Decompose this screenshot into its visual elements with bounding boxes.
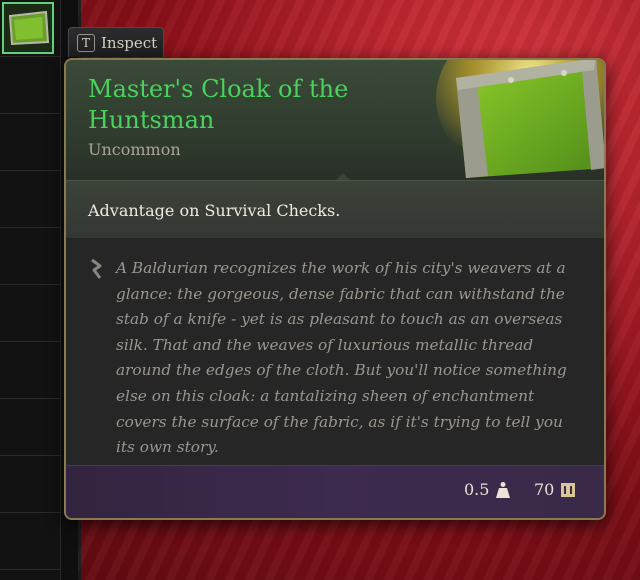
inventory-grid: [0, 0, 61, 580]
effect-section: Advantage on Survival Checks.: [66, 180, 604, 239]
cloak-icon: [436, 60, 604, 178]
inspect-button[interactable]: T Inspect: [68, 27, 164, 57]
gold-coin-icon: [561, 482, 576, 497]
item-name: Master's Cloak of the Huntsman: [88, 75, 349, 134]
tooltip-footer: 0.5 70: [66, 465, 604, 518]
item-value: 70: [534, 480, 555, 499]
item-tooltip: Master's Cloak of the Huntsman Uncommon …: [64, 58, 606, 520]
weight-icon: [496, 481, 511, 498]
value-display: 70: [534, 480, 576, 499]
item-rarity: Uncommon: [88, 140, 181, 159]
inspect-key: T: [77, 33, 95, 52]
item-description: A Baldurian recognizes the work of his c…: [116, 259, 567, 457]
inventory-slot-selected[interactable]: [2, 2, 54, 54]
item-effect: Advantage on Survival Checks.: [88, 201, 341, 220]
weight-display: 0.5: [464, 480, 511, 499]
lore-quill-icon: [91, 258, 102, 279]
cloak-icon: [8, 10, 50, 46]
lore-section: A Baldurian recognizes the work of his c…: [66, 238, 604, 470]
divider-notch: [336, 173, 350, 180]
item-weight: 0.5: [464, 480, 490, 499]
inspect-label: Inspect: [101, 33, 158, 52]
